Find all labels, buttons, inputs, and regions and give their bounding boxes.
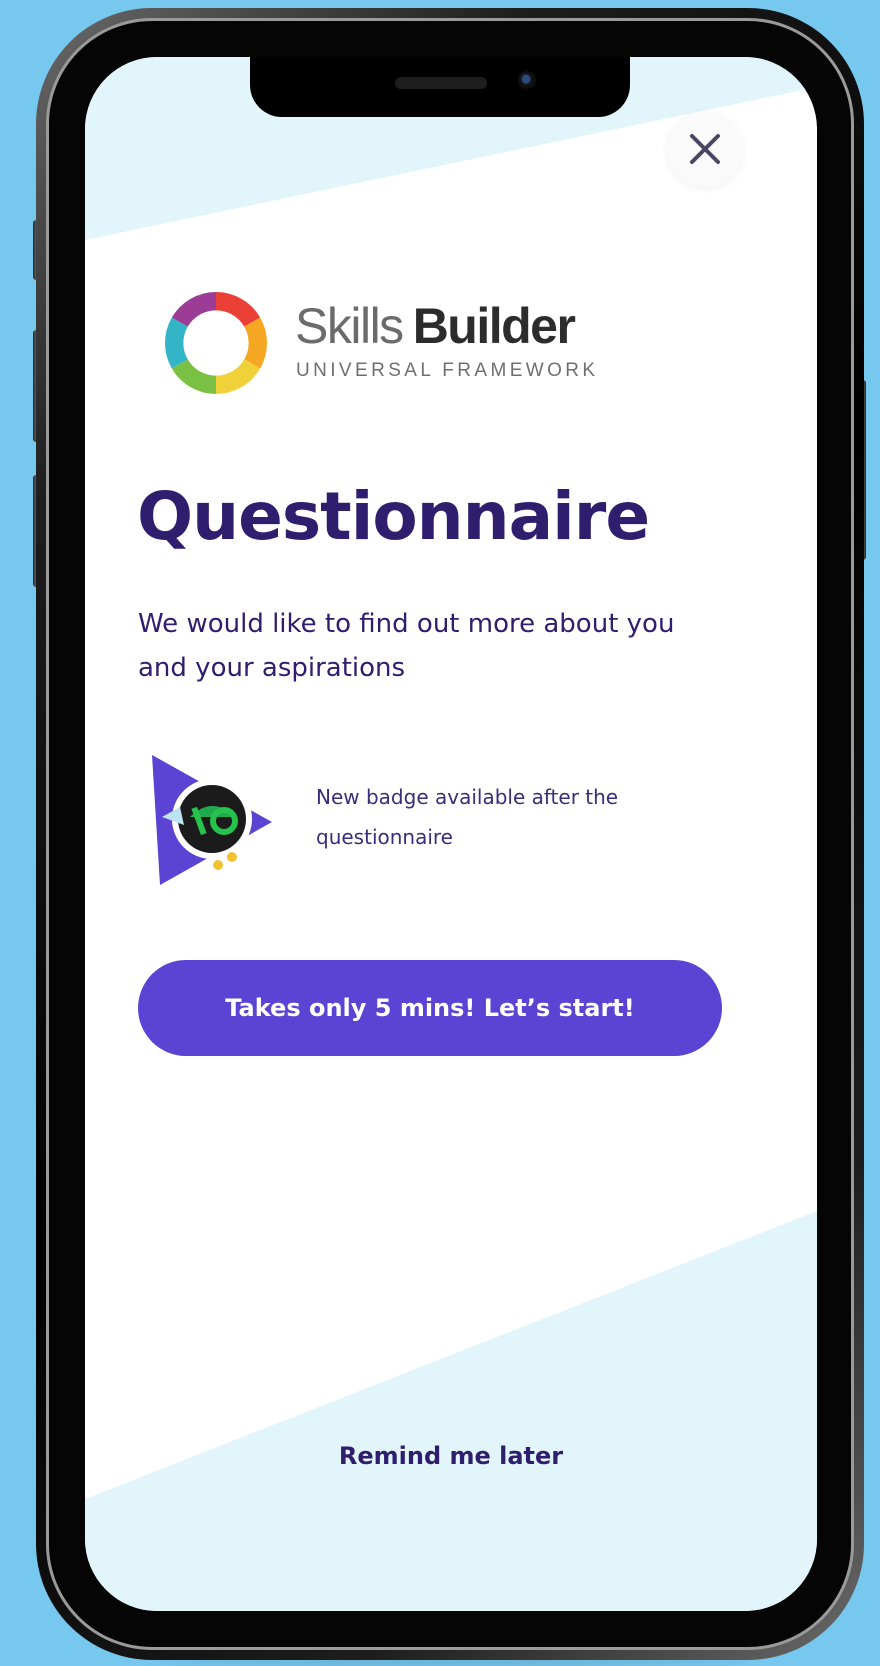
remind-me-later-link[interactable]: Remind me later: [85, 1442, 817, 1470]
phone-notch: [250, 57, 630, 117]
logo-word-skills: Skills: [295, 298, 404, 354]
questionnaire-screen: Skills Builder UNIVERSAL FRAMEWORK Questi…: [85, 57, 817, 1611]
badge-note: New badge available after the questionna…: [316, 785, 619, 849]
badge-icon: [152, 755, 272, 885]
logo-word-builder: Builder: [412, 298, 576, 354]
front-camera: [518, 71, 536, 89]
phone-bezel: Skills Builder UNIVERSAL FRAMEWORK Questi…: [46, 18, 854, 1650]
page-title: Questionnaire: [137, 478, 650, 555]
logo-wordmark: Skills Builder: [295, 298, 576, 354]
start-questionnaire-button[interactable]: Takes only 5 mins! Let’s start!: [138, 960, 722, 1056]
skills-builder-ring-icon: [165, 292, 267, 394]
close-icon: [690, 134, 720, 164]
intro-text: We would like to find out more about you…: [138, 609, 675, 683]
badge-notice: New badge available after the questionna…: [140, 747, 760, 897]
speaker-grille: [395, 77, 487, 89]
close-button[interactable]: [667, 111, 743, 187]
background-bottom-shape: [85, 1211, 817, 1611]
skills-builder-logo: Skills Builder UNIVERSAL FRAMEWORK: [165, 292, 685, 402]
phone-frame: Skills Builder UNIVERSAL FRAMEWORK Questi…: [36, 8, 864, 1660]
logo-subtitle: UNIVERSAL FRAMEWORK: [296, 360, 599, 381]
